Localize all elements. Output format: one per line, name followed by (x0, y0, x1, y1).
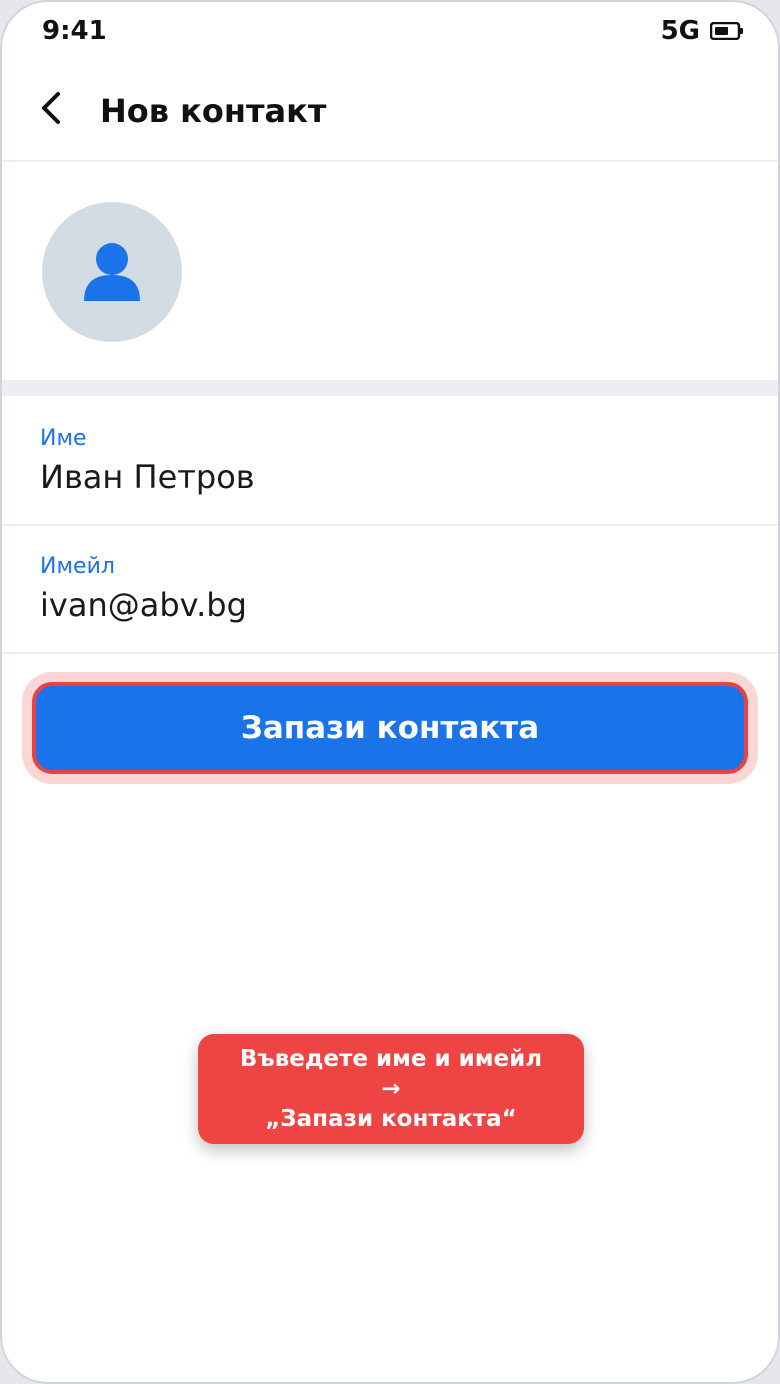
battery-icon (710, 22, 743, 40)
email-field: Имейл (2, 526, 778, 654)
phone-frame: 9:41 5G Нов контакт Име Имейл (0, 0, 780, 1384)
toast-line-3: „Запази контакта“ (265, 1106, 517, 1132)
chevron-left-icon[interactable] (32, 86, 72, 130)
instruction-toast: Въведете име и имейл → „Запази контакта“ (198, 1034, 584, 1144)
network-label: 5G (660, 16, 700, 46)
status-time: 9:41 (42, 16, 107, 46)
email-label: Имейл (40, 554, 115, 579)
name-label: Име (40, 426, 87, 451)
save-contact-button[interactable]: Запази контакта (32, 682, 748, 774)
arrow-right-icon: → (381, 1076, 401, 1102)
name-field: Име (2, 398, 778, 526)
person-icon (84, 243, 140, 301)
toast-line-1: Въведете име и имейл (239, 1046, 543, 1072)
name-input[interactable] (40, 458, 720, 496)
email-input[interactable] (40, 586, 720, 624)
page-title: Нов контакт (100, 92, 327, 130)
avatar[interactable] (42, 202, 182, 342)
avatar-section (2, 162, 778, 380)
status-bar: 9:41 5G (2, 2, 778, 62)
section-divider (2, 380, 778, 396)
app-header: Нов контакт (2, 62, 778, 162)
status-indicators: 5G (661, 16, 744, 46)
